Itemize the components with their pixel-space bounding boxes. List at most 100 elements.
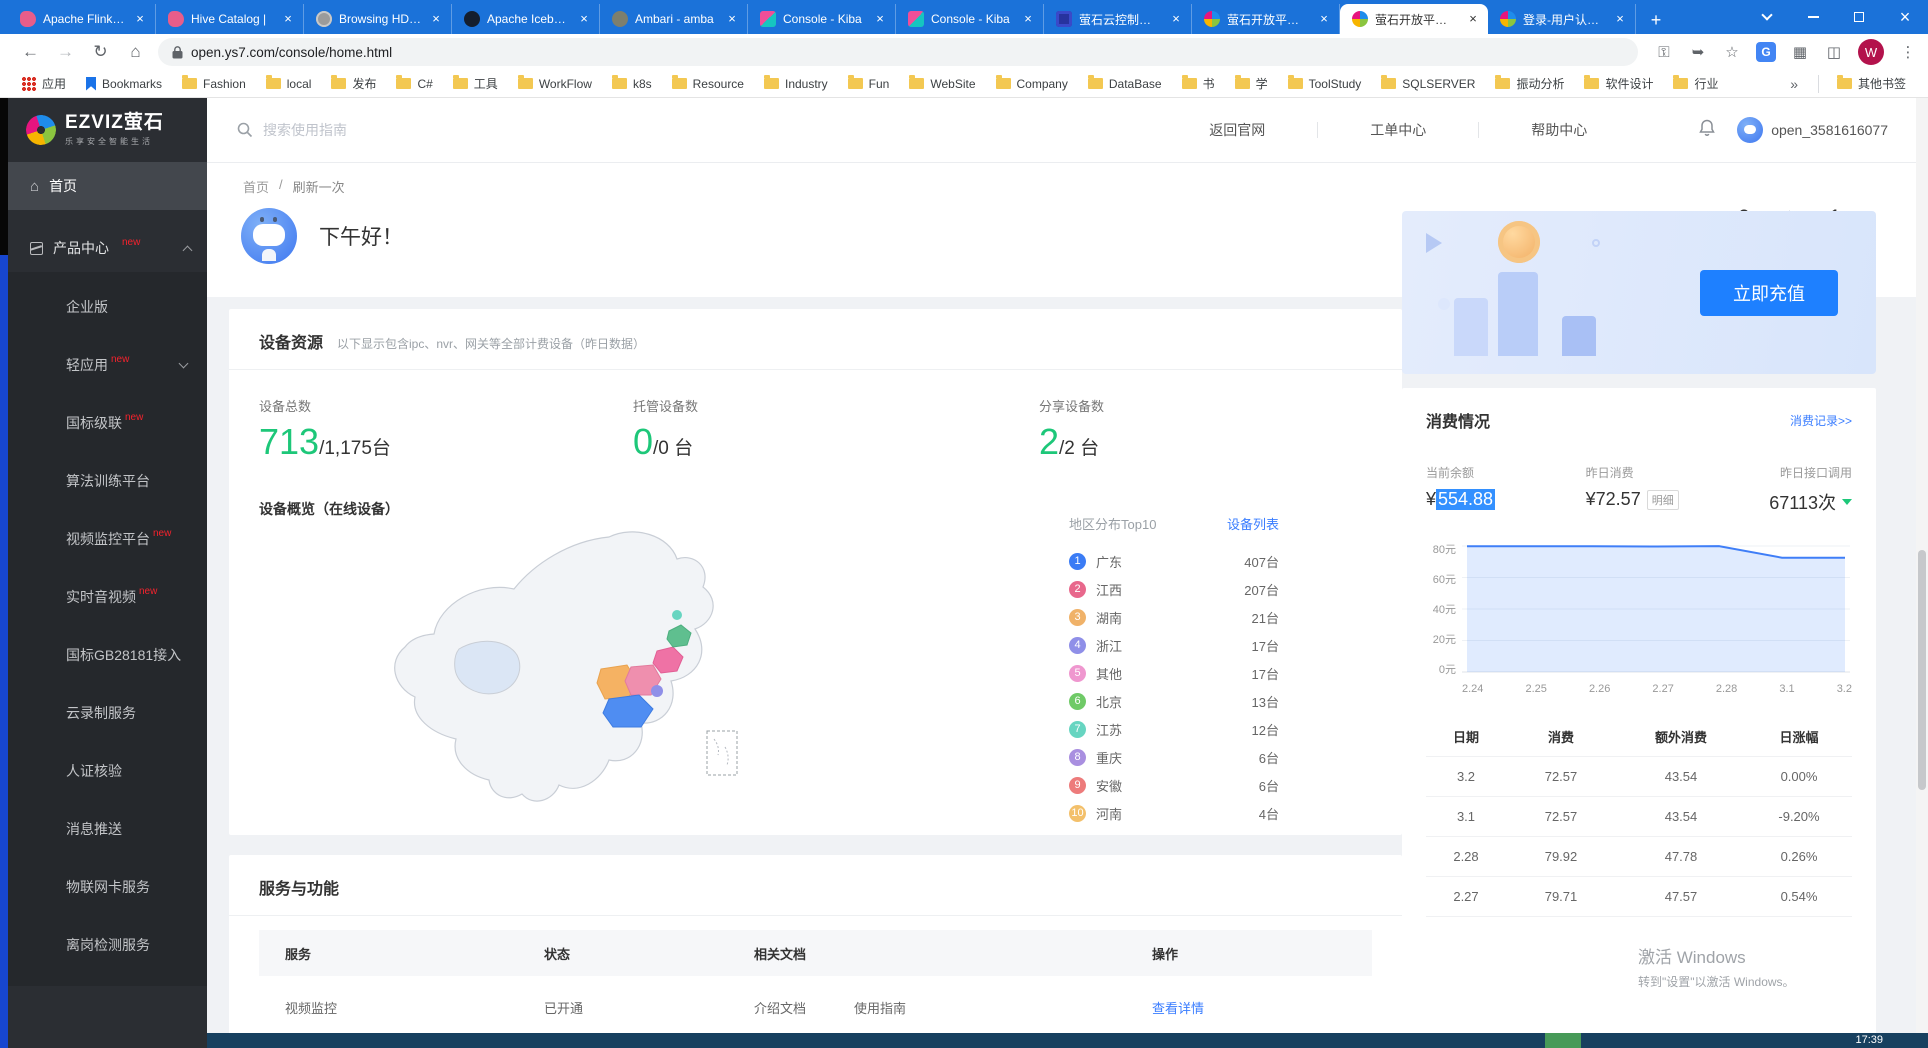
sidebar-item-iot-card[interactable]: 物联网卡服务: [8, 858, 207, 916]
user-guide-link[interactable]: 使用指南: [854, 998, 906, 1017]
page-scrollbar[interactable]: [1916, 98, 1928, 1033]
help-center-link[interactable]: 帮助中心: [1479, 120, 1639, 140]
sidebar-item-message-push[interactable]: 消息推送: [8, 800, 207, 858]
bookmark-item[interactable]: Bookmarks: [78, 73, 170, 95]
tab-apache-flink[interactable]: Apache Flink W: [8, 4, 156, 34]
close-window-button[interactable]: [1882, 0, 1928, 34]
user-avatar[interactable]: [1737, 117, 1763, 143]
tab-search-chevron-icon[interactable]: [1744, 0, 1790, 34]
intro-doc-link[interactable]: 介绍文档: [754, 998, 806, 1017]
close-tab-icon[interactable]: [281, 12, 295, 26]
bookmark-item[interactable]: 行业: [1665, 73, 1726, 95]
sidebar-item-id-verify[interactable]: 人证核验: [8, 742, 207, 800]
bookmarks-overflow-chevron[interactable]: »: [1780, 73, 1808, 95]
detail-tag-button[interactable]: 明细: [1647, 490, 1679, 510]
close-tab-icon[interactable]: [1613, 12, 1627, 26]
address-bar[interactable]: open.ys7.com/console/home.html: [158, 38, 1638, 66]
close-tab-icon[interactable]: [1021, 12, 1035, 26]
bookmark-item[interactable]: 书: [1174, 73, 1223, 95]
device-list-link[interactable]: 设备列表: [1227, 514, 1279, 533]
sidebar-item-gb-cascade[interactable]: 国标级联new: [8, 394, 207, 452]
breadcrumb-home[interactable]: 首页: [243, 177, 269, 196]
close-tab-icon[interactable]: [577, 12, 591, 26]
bookmark-item[interactable]: 工具: [445, 73, 506, 95]
sidebar-item-rtc[interactable]: 实时音视频new: [8, 568, 207, 626]
refresh-icon[interactable]: ↻: [88, 39, 113, 65]
close-tab-icon[interactable]: [429, 12, 443, 26]
tab-ezviz-open-active[interactable]: 萤石开放平台-接: [1340, 4, 1488, 34]
bookmark-item[interactable]: 振动分析: [1487, 73, 1572, 95]
close-tab-icon[interactable]: [1317, 12, 1331, 26]
tab-hive-catalog[interactable]: Hive Catalog |: [156, 4, 304, 34]
maximize-button[interactable]: [1836, 0, 1882, 34]
consumption-records-link[interactable]: 消费记录>>: [1790, 412, 1852, 429]
close-tab-icon[interactable]: [725, 12, 739, 26]
official-site-link[interactable]: 返回官网: [1157, 120, 1317, 140]
other-bookmarks[interactable]: 其他书签: [1829, 73, 1914, 95]
sidebar-item-home[interactable]: ⌂ 首页: [8, 162, 207, 210]
tab-ezviz-open-1[interactable]: 萤石开放平台-开: [1192, 4, 1340, 34]
search-input[interactable]: [263, 122, 603, 138]
bookmark-item[interactable]: 发布: [323, 73, 384, 95]
minimize-button[interactable]: [1790, 0, 1836, 34]
scrollbar-thumb[interactable]: [1918, 550, 1926, 790]
close-tab-icon[interactable]: [133, 12, 147, 26]
close-tab-icon[interactable]: [873, 12, 887, 26]
sidebar-item-gb28181[interactable]: 国标GB28181接入: [8, 626, 207, 684]
bookmark-item[interactable]: SQLSERVER: [1373, 73, 1483, 95]
browser-menu-icon[interactable]: ⋮: [1898, 42, 1918, 62]
tab-ys-console[interactable]: 萤石云控制台_E: [1044, 4, 1192, 34]
bookmark-item[interactable]: Fun: [840, 73, 898, 95]
password-key-icon[interactable]: ⚿: [1654, 42, 1674, 62]
close-tab-icon[interactable]: [1169, 12, 1183, 26]
notification-bell-icon[interactable]: [1699, 119, 1715, 142]
extensions-puzzle-icon[interactable]: ▦: [1790, 42, 1810, 62]
profile-avatar[interactable]: W: [1858, 39, 1884, 65]
username[interactable]: open_3581616077: [1771, 122, 1888, 138]
recharge-now-button[interactable]: 立即充值: [1700, 270, 1838, 316]
ezviz-logo[interactable]: EZVIZ萤石 乐享安全智能生活: [8, 98, 207, 162]
bookmark-item[interactable]: Fashion: [174, 73, 254, 95]
share-icon[interactable]: ➥: [1688, 42, 1708, 62]
tab-login-auth[interactable]: 登录-用户认证中: [1488, 4, 1636, 34]
tab-console-kibana-2[interactable]: Console - Kiba: [896, 4, 1044, 34]
close-tab-icon[interactable]: [1466, 12, 1480, 26]
bookmark-item[interactable]: DataBase: [1080, 73, 1170, 95]
bookmark-item[interactable]: Resource: [664, 73, 752, 95]
sidebar-item-light-app[interactable]: 轻应用new: [8, 336, 207, 394]
workorder-center-link[interactable]: 工单中心: [1318, 120, 1478, 140]
bookmark-item[interactable]: WebSite: [901, 73, 983, 95]
bookmark-item[interactable]: Industry: [756, 73, 836, 95]
bookmark-item[interactable]: local: [258, 73, 320, 95]
sidebar-item-cloud-record[interactable]: 云录制服务: [8, 684, 207, 742]
bookmark-item[interactable]: k8s: [604, 73, 660, 95]
back-icon[interactable]: ←: [18, 39, 43, 65]
home-icon[interactable]: ⌂: [123, 39, 148, 65]
bookmark-item[interactable]: ToolStudy: [1280, 73, 1370, 95]
tab-console-kibana-1[interactable]: Console - Kiba: [748, 4, 896, 34]
sidebar-item-algo-training[interactable]: 算法训练平台: [8, 452, 207, 510]
caret-down-icon[interactable]: [1842, 499, 1852, 505]
bookmark-item[interactable]: Company: [988, 73, 1076, 95]
view-details-link[interactable]: 查看详情: [1124, 998, 1204, 1017]
sidebar-item-video-platform[interactable]: 视频监控平台new: [8, 510, 207, 568]
side-panel-icon[interactable]: ◫: [1824, 42, 1844, 62]
search-bar[interactable]: [237, 122, 657, 138]
tab-apache-iceberg[interactable]: Apache Iceberg: [452, 4, 600, 34]
forward-icon[interactable]: →: [53, 39, 78, 65]
tab-browsing-hdfs[interactable]: Browsing HDFS: [304, 4, 452, 34]
translate-icon[interactable]: G: [1756, 42, 1776, 62]
china-map[interactable]: [339, 519, 839, 819]
sidebar-item-product-center[interactable]: 产品中心 new: [8, 224, 207, 272]
taskbar-strip: 17:39: [207, 1033, 1928, 1048]
tab-ambari[interactable]: Ambari - amba: [600, 4, 748, 34]
bookmark-item[interactable]: 学: [1227, 73, 1276, 95]
bookmark-star-icon[interactable]: ☆: [1722, 42, 1742, 62]
bookmark-apps[interactable]: 应用: [14, 73, 74, 95]
new-tab-button[interactable]: [1642, 6, 1670, 34]
bookmark-item[interactable]: 软件设计: [1576, 73, 1661, 95]
bookmark-item[interactable]: WorkFlow: [510, 73, 600, 95]
sidebar-item-leave-detect[interactable]: 离岗检测服务: [8, 916, 207, 974]
sidebar-item-enterprise[interactable]: 企业版: [8, 278, 207, 336]
bookmark-item[interactable]: C#: [388, 73, 440, 95]
